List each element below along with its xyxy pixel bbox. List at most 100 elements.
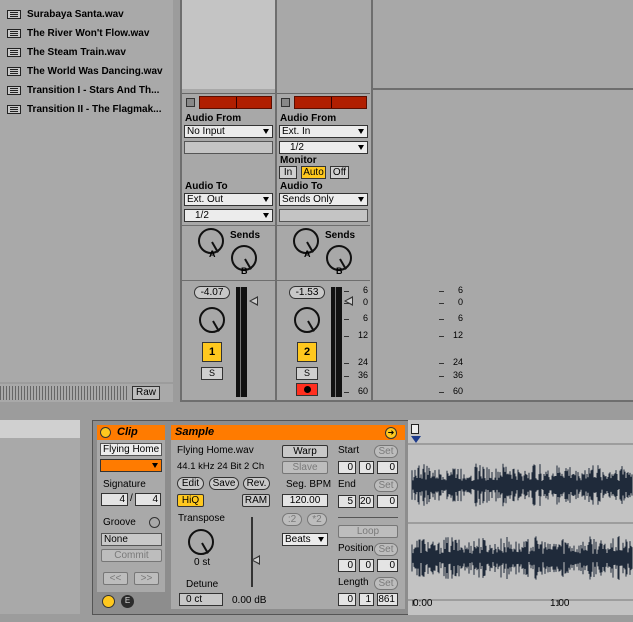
reverse-button[interactable]: Rev. (243, 477, 270, 490)
browser-file-item[interactable]: Transition II - The Flagmak... (7, 100, 161, 119)
audio-from-select[interactable]: Ext. In (279, 125, 368, 138)
position-bar[interactable]: 0 (338, 559, 356, 572)
divider (182, 280, 275, 281)
start-bar[interactable]: 0 (338, 461, 356, 474)
browser-file-item[interactable]: Surabaya Santa.wav (7, 5, 124, 24)
level-meter (331, 287, 342, 397)
arrangement-stub (0, 420, 80, 614)
hiq-button[interactable]: HiQ (177, 494, 204, 507)
signature-numerator[interactable]: 4 (101, 493, 128, 506)
preview-waveform[interactable] (0, 386, 127, 400)
file-browser: Surabaya Santa.wav The River Won't Flow.… (0, 0, 173, 382)
half-tempo-button[interactable]: :2 (282, 513, 302, 526)
start-beat[interactable]: 0 (359, 461, 374, 474)
signature-denominator[interactable]: 4 (135, 493, 161, 506)
audio-file-icon (7, 86, 21, 95)
divider (371, 0, 373, 400)
prev-clip-button[interactable]: << (103, 572, 128, 585)
gain-value: 0.00 dB (232, 595, 267, 606)
clip-slot-area[interactable] (182, 0, 275, 89)
end-beat[interactable]: 20 (359, 495, 374, 508)
track-title-bar[interactable] (294, 96, 367, 109)
track-activator-button[interactable]: 2 (297, 342, 317, 362)
seg-bpm-field[interactable]: 120.00 (282, 494, 328, 507)
length-sixteenth[interactable]: 861 (377, 593, 398, 606)
double-tempo-button[interactable]: *2 (307, 513, 327, 526)
clip-slot-area[interactable] (277, 0, 370, 89)
meter-scale-label: 0 (457, 297, 463, 307)
volume-fader-handle[interactable] (344, 296, 353, 306)
audio-to-select[interactable]: Ext. Out (184, 193, 273, 206)
monitor-off-button[interactable]: Off (330, 166, 349, 179)
warp-mode-select[interactable]: Beats (282, 533, 328, 546)
volume-fader-handle[interactable] (249, 296, 258, 306)
start-sixteenth[interactable]: 0 (377, 461, 398, 474)
playhead-marker-icon[interactable] (411, 436, 421, 443)
input-channel-field[interactable] (184, 141, 273, 154)
meter-scale-label: 6 (362, 285, 368, 295)
end-bar[interactable]: 5 (338, 495, 356, 508)
volume-display[interactable]: -4.07 (194, 286, 230, 299)
meter-scale-label: 6 (457, 313, 463, 323)
output-channel-field[interactable] (279, 209, 368, 222)
solo-button[interactable]: S (296, 367, 318, 380)
browser-file-item[interactable]: The Steam Train.wav (7, 43, 126, 62)
ram-button[interactable]: RAM (242, 494, 270, 507)
monitor-in-button[interactable]: In (279, 166, 297, 179)
envelope-toggle-icon[interactable]: E (121, 595, 134, 608)
volume-display[interactable]: -1.53 (289, 286, 325, 299)
end-set-button[interactable]: Set (374, 479, 398, 492)
groove-hotswap-icon[interactable] (149, 517, 160, 528)
position-set-button[interactable]: Set (374, 543, 398, 556)
audio-from-select[interactable]: No Input (184, 125, 273, 138)
meter-tick (439, 319, 444, 320)
clip-activator-icon[interactable] (100, 427, 111, 438)
transpose-label: Transpose (178, 513, 225, 524)
detune-field[interactable]: 0 ct (179, 593, 223, 606)
track-activator[interactable] (186, 98, 195, 107)
commit-button[interactable]: Commit (101, 549, 162, 562)
start-set-button[interactable]: Set (374, 445, 398, 458)
track-activator[interactable] (281, 98, 290, 107)
track-header[interactable] (277, 93, 370, 110)
end-sixteenth[interactable]: 0 (377, 495, 398, 508)
clip-color-select[interactable] (100, 459, 162, 472)
track-header[interactable] (182, 93, 275, 110)
browser-file-item[interactable]: The World Was Dancing.wav (7, 62, 163, 81)
send-b-label: B (241, 266, 248, 276)
track-title-bar[interactable] (199, 96, 272, 109)
browser-file-item[interactable]: Transition I - Stars And Th... (7, 81, 159, 100)
gain-slider-handle[interactable] (251, 555, 260, 565)
solo-button[interactable]: S (201, 367, 223, 380)
track-activator-button[interactable]: 1 (202, 342, 222, 362)
warp-button[interactable]: Warp (282, 445, 328, 458)
browser-file-item[interactable]: The River Won't Flow.wav (7, 24, 149, 43)
output-channel-value: 1/2 (195, 210, 209, 221)
save-button[interactable]: Save (209, 477, 239, 490)
pan-knob[interactable] (294, 307, 320, 333)
arm-button[interactable] (296, 383, 318, 396)
raw-button[interactable]: Raw (132, 386, 160, 400)
start-marker-icon[interactable] (411, 424, 419, 434)
length-beat[interactable]: 1 (359, 593, 374, 606)
launch-toggle-icon[interactable] (102, 595, 115, 608)
length-bar[interactable]: 0 (338, 593, 356, 606)
length-set-button[interactable]: Set (374, 577, 398, 590)
output-channel-select[interactable]: 1/2 (184, 209, 273, 222)
position-beat[interactable]: 0 (359, 559, 374, 572)
audio-to-select[interactable]: Sends Only (279, 193, 368, 206)
transpose-knob[interactable] (188, 529, 214, 555)
next-clip-button[interactable]: >> (134, 572, 159, 585)
monitor-auto-button[interactable]: Auto (301, 166, 326, 179)
edit-button[interactable]: Edit (177, 477, 204, 490)
loop-button[interactable]: Loop (338, 525, 398, 538)
pan-knob[interactable] (199, 307, 225, 333)
slave-button[interactable]: Slave (282, 461, 328, 474)
input-channel-select[interactable]: 1/2 (279, 141, 368, 154)
position-sixteenth[interactable]: 0 (377, 559, 398, 572)
clip-name-field[interactable]: Flying Home (100, 443, 162, 456)
sample-waveform-display[interactable]: 0:00 1:00 (408, 420, 633, 615)
groove-select[interactable]: None (101, 533, 162, 546)
meter-scale-label: 24 (357, 357, 368, 367)
hot-swap-arrow-icon[interactable]: ➜ (385, 427, 397, 439)
